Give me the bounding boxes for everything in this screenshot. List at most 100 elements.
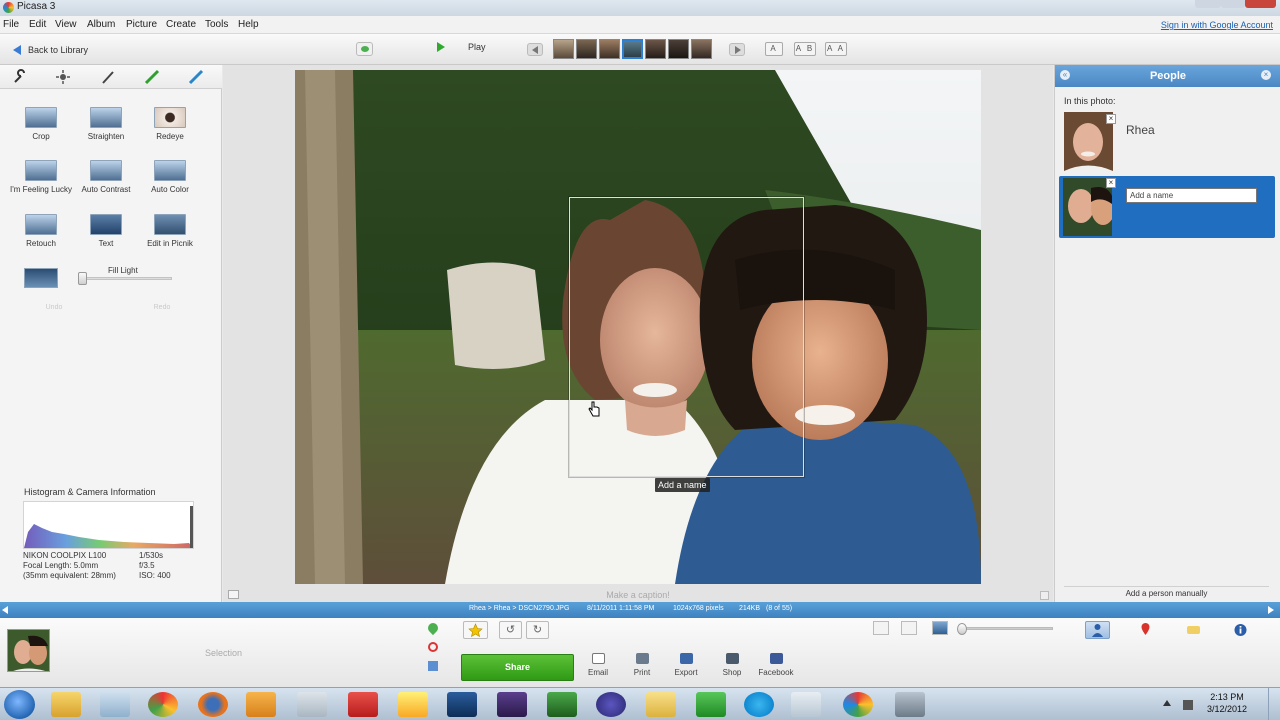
auto-color-tool[interactable]: Auto Color	[134, 160, 206, 194]
sign-in-link[interactable]: Sign in with Google Account	[1161, 20, 1273, 30]
remove-face-icon[interactable]: ×	[1106, 178, 1116, 188]
filmstrip-thumb[interactable]	[599, 39, 620, 59]
view-grid-icon[interactable]	[901, 621, 917, 635]
media-player-icon[interactable]	[297, 692, 327, 717]
menu-tools[interactable]: Tools	[205, 19, 228, 30]
edit-in-picnik-tool[interactable]: Edit in Picnik	[134, 214, 206, 248]
unnamed-person-selected[interactable]: ×	[1059, 176, 1275, 238]
people-mode-button[interactable]	[1085, 621, 1110, 639]
acrobat-icon[interactable]	[348, 692, 378, 717]
filmstrip-thumb[interactable]	[576, 39, 597, 59]
premiere-icon[interactable]	[497, 692, 527, 717]
undo-button[interactable]: Undo	[4, 301, 104, 315]
redeye-tool[interactable]: Redeye	[134, 107, 206, 141]
caption-style-aa-button[interactable]: A A	[825, 42, 847, 56]
places-mode-button[interactable]	[1133, 621, 1158, 639]
app-green-icon[interactable]	[696, 692, 726, 717]
tab-basic-fixes-wrench-icon[interactable]	[12, 69, 28, 85]
menu-album[interactable]: Album	[87, 19, 115, 30]
show-desktop-button[interactable]	[1268, 688, 1280, 720]
dreamweaver-icon[interactable]	[547, 692, 577, 717]
text-tool[interactable]: Text	[70, 214, 142, 248]
filmstrip-thumb[interactable]	[691, 39, 712, 59]
filmstrip-thumb[interactable]	[553, 39, 574, 59]
shop-button[interactable]: Shop	[712, 653, 752, 677]
zoom-slider-track[interactable]	[963, 627, 1053, 630]
menu-view[interactable]: View	[55, 19, 77, 30]
tab-effects-green-icon[interactable]	[144, 69, 160, 85]
minimize-button[interactable]	[1195, 0, 1221, 8]
album-dropdown-icon[interactable]	[428, 661, 438, 671]
skype-icon[interactable]	[744, 692, 774, 717]
menu-edit[interactable]: Edit	[29, 19, 46, 30]
straighten-tool[interactable]: Straighten	[70, 107, 142, 141]
email-button[interactable]: Email	[578, 653, 618, 677]
folder-icon[interactable]	[100, 692, 130, 717]
filmstrip-thumb[interactable]	[645, 39, 666, 59]
close-window-button[interactable]	[1245, 0, 1276, 8]
zoom-slider-knob[interactable]	[957, 623, 967, 635]
facebook-button[interactable]: Facebook	[756, 653, 796, 677]
maximize-button[interactable]	[1221, 0, 1245, 8]
rotate-left-button[interactable]: ↺	[499, 621, 522, 639]
face-detection-box[interactable]	[569, 197, 804, 477]
fill-light-slider-track[interactable]	[82, 277, 172, 280]
previous-photo-button[interactable]	[527, 43, 543, 56]
tab-effects-teal-icon[interactable]	[188, 69, 204, 85]
tab-effects-brush-icon[interactable]	[100, 69, 116, 85]
tab-tuning-icon[interactable]	[55, 69, 71, 85]
fill-light-slider-knob[interactable]	[78, 272, 87, 285]
print-button[interactable]: Print	[622, 653, 662, 677]
caption-input[interactable]: Make a caption!	[540, 590, 736, 600]
filmstrip-thumb[interactable]	[668, 39, 689, 59]
rotate-right-button[interactable]: ↻	[526, 621, 549, 639]
redo-button[interactable]: Redo	[110, 301, 214, 315]
chrome-icon[interactable]	[148, 692, 178, 717]
app-window-icon[interactable]	[791, 692, 821, 717]
close-panel-icon[interactable]: ×	[1261, 70, 1271, 80]
status-left-arrow-icon[interactable]	[2, 606, 8, 614]
properties-mode-button[interactable]	[1228, 621, 1253, 639]
person-rhea[interactable]: × Rhea	[1064, 112, 1273, 172]
menu-help[interactable]: Help	[238, 19, 259, 30]
view-small-thumbs-icon[interactable]	[873, 621, 889, 635]
collapse-panel-icon[interactable]: «	[1060, 70, 1070, 80]
play-slideshow-button[interactable]: Play	[437, 42, 486, 52]
menu-picture[interactable]: Picture	[126, 19, 157, 30]
clear-selection-icon[interactable]	[428, 642, 438, 652]
caption-style-ab-button[interactable]: A B	[794, 42, 816, 56]
caption-resize-icon[interactable]	[1040, 591, 1049, 600]
caption-style-a-button[interactable]: A	[765, 42, 783, 56]
folder-2-icon[interactable]	[646, 692, 676, 717]
firefox-icon[interactable]	[198, 692, 228, 717]
taskbar-clock[interactable]: 2:13 PM 3/12/2012	[1194, 691, 1260, 715]
caption-edit-icon[interactable]	[228, 590, 239, 599]
add-name-input[interactable]	[1126, 188, 1257, 203]
network-icon[interactable]	[1183, 700, 1193, 710]
share-button[interactable]: Share	[461, 654, 574, 681]
show-hidden-icons-icon[interactable]	[1163, 700, 1171, 706]
runner-icon[interactable]	[398, 692, 428, 717]
filmstrip-thumb[interactable]	[622, 39, 643, 59]
selection-thumbnail[interactable]	[7, 629, 50, 672]
retouch-tool[interactable]: Retouch	[5, 214, 77, 248]
remove-face-icon[interactable]: ×	[1106, 114, 1116, 124]
picasa-taskbar-icon[interactable]	[843, 692, 873, 717]
photoshop-icon[interactable]	[447, 692, 477, 717]
add-person-manually-button[interactable]: Add a person manually	[1064, 586, 1269, 601]
eclipse-icon[interactable]	[596, 692, 626, 717]
tags-mode-button[interactable]	[1181, 621, 1206, 639]
export-button[interactable]: Export	[666, 653, 706, 677]
tag-icon[interactable]	[356, 42, 373, 56]
back-to-library-button[interactable]: Back to Library	[13, 42, 88, 57]
explorer-icon[interactable]	[51, 692, 81, 717]
menu-create[interactable]: Create	[166, 19, 196, 30]
app-pen-icon[interactable]	[895, 692, 925, 717]
star-button[interactable]	[463, 621, 488, 639]
view-large-icon[interactable]	[932, 621, 948, 635]
face-add-name-label[interactable]: Add a name	[655, 478, 710, 492]
auto-contrast-tool[interactable]: Auto Contrast	[70, 160, 142, 194]
pin-icon[interactable]	[425, 620, 441, 636]
feeling-lucky-tool[interactable]: I'm Feeling Lucky	[5, 160, 77, 194]
start-button[interactable]	[4, 690, 35, 719]
